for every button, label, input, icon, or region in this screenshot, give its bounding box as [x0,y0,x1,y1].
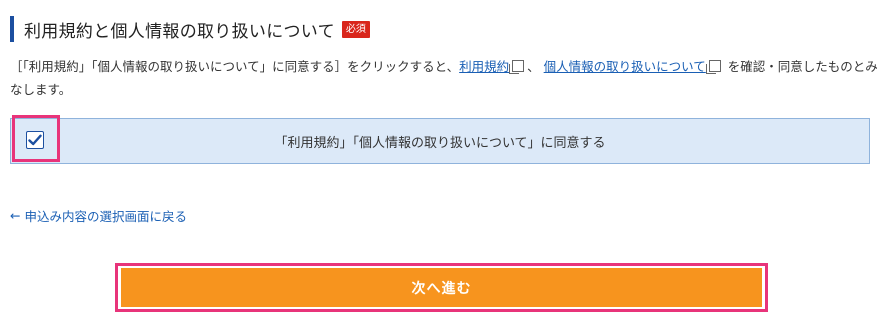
required-badge: 必須 [341,20,370,38]
description-text-before: ［「利用規約」「個人情報の取り扱いについて」に同意する］をクリックすると、 [10,59,460,74]
checkmark-icon [28,134,42,146]
external-window-icon [705,60,721,74]
left-arrow-icon: ← [10,208,21,223]
terms-link[interactable]: 利用規約 [459,59,509,74]
external-window-icon [509,60,525,74]
section-header: 利用規約と個人情報の取り扱いについて 必須 [10,16,370,42]
agree-checkbox[interactable] [26,131,44,149]
section-accent-bar [10,16,14,42]
back-to-selection-link[interactable]: ← 申込み内容の選択画面に戻る [10,206,187,225]
back-link-label[interactable]: 申込み内容の選択画面に戻る [24,206,187,225]
privacy-link[interactable]: 個人情報の取り扱いについて [544,59,706,74]
section-title: 利用規約と個人情報の取り扱いについて [24,21,335,42]
agree-label[interactable]: 「利用規約」「個人情報の取り扱いについて」に同意する [11,119,869,163]
next-button[interactable]: 次へ進む [121,268,762,307]
agree-checkbox-row[interactable]: 「利用規約」「個人情報の取り扱いについて」に同意する [10,118,870,164]
description-separator: 、 [527,59,540,74]
consent-description: ［「利用規約」「個人情報の取り扱いについて」に同意する］をクリックすると、利用規… [10,55,880,101]
